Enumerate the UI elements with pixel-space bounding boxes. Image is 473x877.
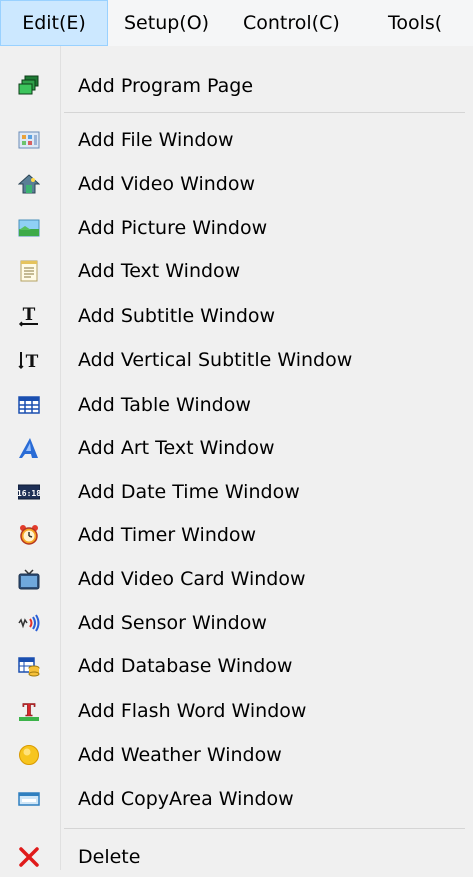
menu-item-add-sensor-window[interactable]: Add Sensor Window: [0, 603, 473, 643]
menu-item-add-table-window[interactable]: Add Table Window: [0, 385, 473, 425]
menu-setup[interactable]: Setup(O): [124, 0, 209, 46]
menu-item-add-file-window[interactable]: Add File Window: [0, 120, 473, 160]
menu-item-label: Add Timer Window: [78, 524, 257, 546]
menu-item-add-subtitle-window[interactable]: T Add Subtitle Window: [0, 296, 473, 336]
menu-item-add-text-window[interactable]: Add Text Window: [0, 251, 473, 291]
delete-icon: [18, 846, 40, 868]
menu-item-label: Add Program Page: [78, 75, 254, 97]
menu-separator: [64, 828, 465, 829]
art-text-icon: [18, 437, 40, 459]
menu-item-add-video-card-window[interactable]: Add Video Card Window: [0, 559, 473, 599]
menu-item-label: Add CopyArea Window: [78, 788, 294, 810]
menu-separator: [64, 112, 465, 113]
menu-item-add-picture-window[interactable]: Add Picture Window: [0, 208, 473, 248]
menu-item-label: Add Video Card Window: [78, 568, 306, 590]
menu-item-label: Add Table Window: [78, 394, 251, 416]
date-time-icon-text: 16:18: [18, 489, 40, 498]
menu-item-label: Add Art Text Window: [78, 437, 275, 459]
database-window-icon: [18, 655, 40, 677]
weather-icon: [18, 744, 40, 766]
text-window-icon: [18, 260, 40, 282]
menu-tools[interactable]: Tools(: [388, 0, 442, 46]
menu-item-label: Add File Window: [78, 129, 234, 151]
menu-item-label: Add Picture Window: [78, 217, 268, 239]
menu-item-add-copyarea-window[interactable]: Add CopyArea Window: [0, 779, 473, 819]
svg-text:T: T: [23, 305, 36, 325]
flash-word-icon: T: [18, 700, 40, 722]
sensor-icon: [18, 612, 40, 634]
svg-text:T: T: [23, 701, 36, 721]
menu-item-add-vertical-subtitle-window[interactable]: T Add Vertical Subtitle Window: [0, 340, 473, 380]
svg-text:T: T: [26, 352, 39, 371]
menu-item-add-database-window[interactable]: Add Database Window: [0, 646, 473, 686]
video-card-icon: [18, 568, 40, 590]
menu-item-label: Add Weather Window: [78, 744, 282, 766]
menu-control[interactable]: Control(C): [243, 0, 340, 46]
date-time-icon: 16:18: [18, 481, 40, 503]
menu-item-add-weather-window[interactable]: Add Weather Window: [0, 735, 473, 775]
menu-item-add-program-page[interactable]: Add Program Page: [0, 66, 473, 106]
table-window-icon: [18, 394, 40, 416]
picture-window-icon: [18, 217, 40, 239]
program-page-icon: [18, 75, 40, 97]
file-window-icon: [18, 129, 40, 151]
menu-item-add-flash-word-window[interactable]: T Add Flash Word Window: [0, 691, 473, 731]
vertical-subtitle-icon: T: [18, 349, 40, 371]
menu-item-label: Delete: [78, 846, 141, 868]
menu-item-label: Add Text Window: [78, 260, 241, 282]
menu-item-delete[interactable]: Delete: [0, 837, 473, 877]
menu-item-label: Add Sensor Window: [78, 612, 267, 634]
edit-dropdown-menu: Add Program Page Add File Window Add Vid…: [0, 46, 473, 870]
menu-item-label: Add Vertical Subtitle Window: [78, 349, 353, 371]
menu-item-label: Add Video Window: [78, 173, 256, 195]
timer-alarm-icon: [18, 524, 40, 546]
menu-item-add-art-text-window[interactable]: Add Art Text Window: [0, 428, 473, 468]
video-window-icon: [18, 173, 40, 195]
menu-item-label: Add Database Window: [78, 655, 293, 677]
menu-edit[interactable]: Edit(E): [0, 0, 108, 46]
menu-item-label: Add Subtitle Window: [78, 305, 276, 327]
menu-item-label: Add Date Time Window: [78, 481, 300, 503]
subtitle-window-icon: T: [18, 305, 40, 327]
menu-item-label: Add Flash Word Window: [78, 700, 307, 722]
menu-bar: Edit(E) Setup(O) Control(C) Tools(: [0, 0, 473, 46]
copyarea-icon: [18, 788, 40, 810]
menu-item-add-video-window[interactable]: Add Video Window: [0, 164, 473, 204]
menu-item-add-timer-window[interactable]: Add Timer Window: [0, 515, 473, 555]
menu-item-add-date-time-window[interactable]: 16:18 Add Date Time Window: [0, 472, 473, 512]
